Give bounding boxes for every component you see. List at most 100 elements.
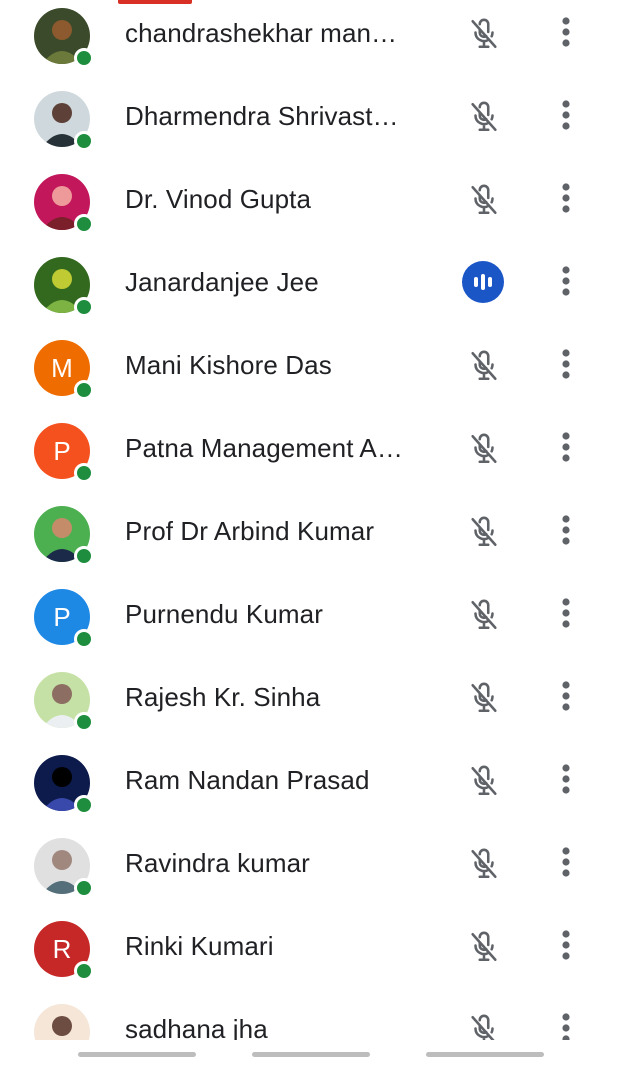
online-status-dot [74,463,94,483]
mic-off-icon [462,593,506,637]
avatar-container [34,838,94,898]
more-vert-icon [561,16,571,53]
avatar-container [34,672,94,732]
avatar-container: P [34,423,94,483]
participant-row[interactable]: Dharmendra Shrivast… [0,83,622,166]
participant-options-button[interactable] [552,180,580,220]
participant-name: Ravindra kumar [125,848,310,878]
participant-name: Dr. Vinod Gupta [125,184,312,214]
participant-options-button[interactable] [552,346,580,386]
system-navigation-bar [0,1040,622,1068]
mic-off-icon [462,344,506,388]
avatar-container: M [34,340,94,400]
online-status-dot [74,629,94,649]
audio-level-icon [462,261,504,303]
participant-options-button[interactable] [552,512,580,552]
online-status-dot [74,297,94,317]
participant-row[interactable]: P Purnendu Kumar [0,581,622,664]
mic-off-icon [462,510,506,554]
participant-name: Rinki Kumari [125,931,274,961]
participant-row[interactable]: P Patna Management A… [0,415,622,498]
avatar-initial: R [52,933,72,964]
more-vert-icon [561,182,571,219]
avatar-container [34,506,94,566]
online-status-dot [74,546,94,566]
participant-row[interactable]: Ravindra kumar [0,830,622,913]
more-vert-icon [561,680,571,717]
avatar-container [34,257,94,317]
mic-off-icon [462,1008,506,1040]
more-vert-icon [561,265,571,302]
mic-off-icon [462,427,506,471]
online-status-dot [74,380,94,400]
participant-row[interactable]: Rajesh Kr. Sinha [0,664,622,747]
participant-row[interactable]: chandrashekhar man… [0,0,622,83]
participant-name: Rajesh Kr. Sinha [125,682,321,712]
participant-options-button[interactable] [552,1010,580,1040]
participant-row[interactable]: sadhana jha [0,996,622,1040]
online-status-dot [74,48,94,68]
participant-list: chandrashekhar man… Dharmendra Shrivast…… [0,0,622,1040]
more-vert-icon [561,597,571,634]
avatar-initial: P [53,435,71,466]
participant-name: Ram Nandan Prasad [125,765,370,795]
more-vert-icon [561,763,571,800]
more-vert-icon [561,929,571,966]
participant-name: Purnendu Kumar [125,599,323,629]
online-status-dot [74,795,94,815]
online-status-dot [74,961,94,981]
more-vert-icon [561,431,571,468]
avatar-container [34,755,94,815]
online-status-dot [74,214,94,234]
participant-options-button[interactable] [552,97,580,137]
online-status-dot [74,712,94,732]
avatar-initial: P [53,601,71,632]
mic-off-icon [462,759,506,803]
participant-name: Prof Dr Arbind Kumar [125,516,375,546]
avatar-initial: M [51,352,73,383]
nav-recents-pill[interactable] [426,1052,544,1057]
avatar-container [34,174,94,234]
participant-options-button[interactable] [552,429,580,469]
more-vert-icon [561,514,571,551]
participant-options-button[interactable] [552,678,580,718]
participant-name: Janardanjee Jee [125,267,319,297]
nav-home-pill[interactable] [252,1052,370,1057]
participant-options-button[interactable] [552,14,580,54]
avatar-container [34,8,94,68]
nav-back-pill[interactable] [78,1052,196,1057]
avatar-container: P [34,589,94,649]
more-vert-icon [561,99,571,136]
avatar-container [34,1004,90,1040]
participant-options-button[interactable] [552,761,580,801]
mic-off-icon [462,95,506,139]
participant-row[interactable]: Prof Dr Arbind Kumar [0,498,622,581]
online-status-dot [74,878,94,898]
participant-row[interactable]: Dr. Vinod Gupta [0,166,622,249]
mic-off-icon [462,676,506,720]
avatar-container: R [34,921,94,981]
online-status-dot [74,131,94,151]
participant-name: chandrashekhar man… [125,18,398,48]
participant-row[interactable]: Ram Nandan Prasad [0,747,622,830]
participant-name: Patna Management A… [125,433,403,463]
participant-name: Mani Kishore Das [125,350,332,380]
mic-off-icon [462,178,506,222]
participant-options-button[interactable] [552,927,580,967]
avatar [34,1004,90,1040]
participant-options-button[interactable] [552,844,580,884]
participant-options-button[interactable] [552,595,580,635]
mic-off-icon [462,12,506,56]
participant-row[interactable]: R Rinki Kumari [0,913,622,996]
mic-off-icon [462,842,506,886]
participant-name: Dharmendra Shrivast… [125,101,399,131]
more-vert-icon [561,348,571,385]
participant-name: sadhana jha [125,1014,268,1040]
participant-row[interactable]: M Mani Kishore Das [0,332,622,415]
participant-row[interactable]: Janardanjee Jee [0,249,622,332]
more-vert-icon [561,1012,571,1040]
more-vert-icon [561,846,571,883]
participant-options-button[interactable] [552,263,580,303]
mic-off-icon [462,925,506,969]
avatar-container [34,91,94,151]
